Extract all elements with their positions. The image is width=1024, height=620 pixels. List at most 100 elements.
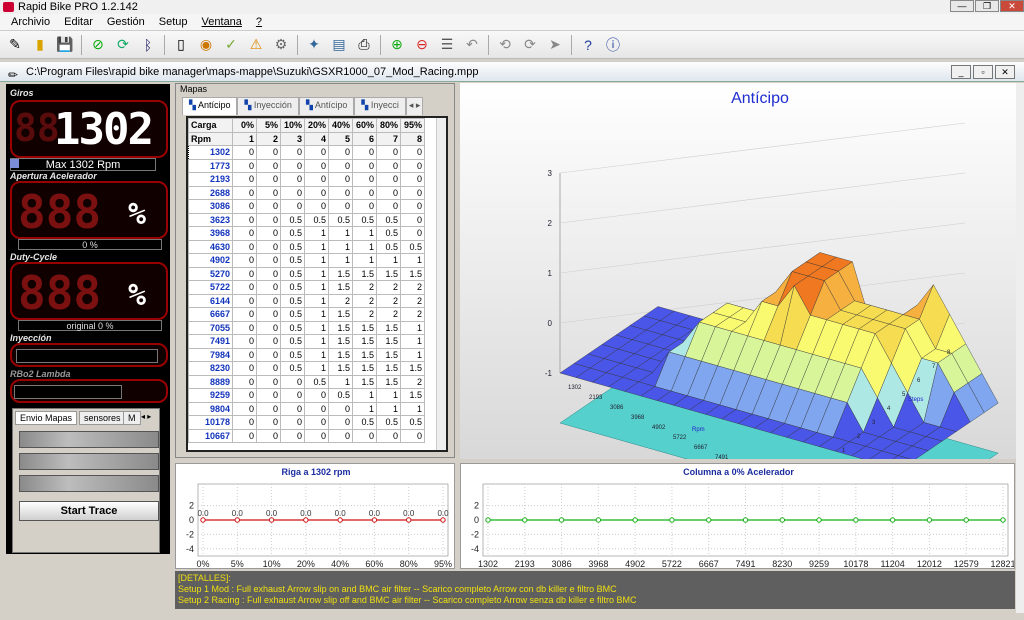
value-cell[interactable]: 0	[232, 388, 257, 403]
value-cell[interactable]: 1	[400, 401, 425, 416]
value-cell[interactable]: 0	[376, 172, 401, 187]
rpm-cell[interactable]: 5722	[188, 280, 233, 295]
window-scrollbar[interactable]	[1016, 83, 1024, 613]
value-cell[interactable]: 0	[328, 401, 353, 416]
add-icon[interactable]: ⊕	[386, 34, 408, 56]
value-cell[interactable]: 0.5	[280, 307, 305, 322]
value-cell[interactable]: 0	[256, 185, 281, 200]
value-cell[interactable]: 0	[232, 361, 257, 376]
value-cell[interactable]: 0	[280, 428, 305, 443]
tab-inyeccion[interactable]: ▚ Inyección	[237, 97, 299, 115]
value-cell[interactable]: 0	[376, 428, 401, 443]
tab-anticipo-2[interactable]: ▚ Antícipo	[298, 97, 355, 115]
rpm-cell[interactable]: 1302	[188, 145, 233, 160]
value-cell[interactable]: 2	[352, 307, 377, 322]
value-cell[interactable]: 2	[376, 280, 401, 295]
value-cell[interactable]: 0	[352, 428, 377, 443]
info-icon[interactable]: ⓘ	[602, 34, 624, 56]
value-cell[interactable]: 0.5	[400, 239, 425, 254]
rpm-cell[interactable]: 8889	[188, 374, 233, 389]
tab-sensores[interactable]: sensores	[79, 411, 126, 425]
rpm-cell[interactable]: 7491	[188, 334, 233, 349]
value-cell[interactable]: 2	[352, 293, 377, 308]
value-cell[interactable]: 2	[376, 307, 401, 322]
value-cell[interactable]: 1.5	[328, 361, 353, 376]
value-cell[interactable]: 0	[280, 145, 305, 160]
value-cell[interactable]: 0	[256, 388, 281, 403]
value-cell[interactable]: 0	[232, 172, 257, 187]
value-cell[interactable]: 0	[328, 415, 353, 430]
value-cell[interactable]: 0	[352, 172, 377, 187]
value-cell[interactable]: 0.5	[304, 374, 329, 389]
value-cell[interactable]: 1	[328, 253, 353, 268]
tab-envio-mapas[interactable]: Envio Mapas	[15, 411, 78, 425]
value-cell[interactable]: 0	[232, 158, 257, 173]
menu-gestion[interactable]: Gestión	[100, 14, 152, 30]
maximize-button[interactable]: ❐	[975, 0, 999, 12]
value-cell[interactable]: 0	[328, 199, 353, 214]
value-cell[interactable]: 0	[256, 347, 281, 362]
value-cell[interactable]: 1	[376, 388, 401, 403]
cycle-icon[interactable]: ⟲	[494, 34, 516, 56]
value-cell[interactable]: 1.5	[352, 374, 377, 389]
value-cell[interactable]: 0	[304, 172, 329, 187]
value-cell[interactable]: 0	[256, 239, 281, 254]
value-cell[interactable]: 0.5	[280, 361, 305, 376]
value-cell[interactable]: 0	[232, 415, 257, 430]
value-cell[interactable]: 0	[232, 239, 257, 254]
value-cell[interactable]: 1	[352, 388, 377, 403]
value-cell[interactable]: 0	[400, 145, 425, 160]
value-cell[interactable]: 0.5	[376, 226, 401, 241]
value-cell[interactable]: 0	[232, 374, 257, 389]
value-cell[interactable]: 1	[304, 361, 329, 376]
value-cell[interactable]: 0	[256, 199, 281, 214]
value-cell[interactable]: 0.5	[280, 334, 305, 349]
close-button[interactable]: ✕	[1000, 0, 1024, 12]
value-cell[interactable]: 0	[256, 266, 281, 281]
value-cell[interactable]: 1	[352, 239, 377, 254]
value-cell[interactable]: 1	[304, 239, 329, 254]
rpm-cell[interactable]: 7055	[188, 320, 233, 335]
value-cell[interactable]: 0.5	[400, 415, 425, 430]
value-cell[interactable]: 0	[304, 145, 329, 160]
value-cell[interactable]: 2	[352, 280, 377, 295]
help-icon[interactable]: ?	[577, 34, 599, 56]
value-cell[interactable]: 0.5	[376, 415, 401, 430]
value-cell[interactable]: 0	[280, 172, 305, 187]
value-cell[interactable]: 0.5	[280, 280, 305, 295]
value-cell[interactable]: 0	[232, 293, 257, 308]
rpm-cell[interactable]: 4630	[188, 239, 233, 254]
value-cell[interactable]: 2	[328, 293, 353, 308]
disconnect-icon[interactable]: ⊘	[87, 34, 109, 56]
value-cell[interactable]: 0.5	[352, 415, 377, 430]
rpm-cell[interactable]: 8230	[188, 361, 233, 376]
value-cell[interactable]: 2	[400, 293, 425, 308]
value-cell[interactable]: 0	[328, 145, 353, 160]
rpm-cell[interactable]: 10667	[188, 428, 233, 443]
value-cell[interactable]: 0	[256, 374, 281, 389]
value-cell[interactable]: 0.5	[280, 253, 305, 268]
value-cell[interactable]: 0	[256, 320, 281, 335]
table-scrollbar[interactable]	[436, 118, 446, 450]
value-cell[interactable]: 0	[256, 401, 281, 416]
value-cell[interactable]: 1.5	[376, 320, 401, 335]
value-cell[interactable]: 1.5	[352, 334, 377, 349]
value-cell[interactable]: 0	[280, 199, 305, 214]
value-cell[interactable]: 1	[376, 401, 401, 416]
value-cell[interactable]: 0	[232, 226, 257, 241]
value-cell[interactable]: 1.5	[328, 320, 353, 335]
value-cell[interactable]: 0	[280, 415, 305, 430]
value-cell[interactable]: 2	[400, 374, 425, 389]
value-cell[interactable]: 0.5	[352, 212, 377, 227]
value-cell[interactable]: 1	[304, 266, 329, 281]
menu-ventana[interactable]: Ventana	[195, 14, 249, 30]
value-cell[interactable]: 0	[232, 145, 257, 160]
value-cell[interactable]: 0.5	[280, 266, 305, 281]
value-cell[interactable]: 1.5	[352, 347, 377, 362]
value-cell[interactable]: 1	[304, 334, 329, 349]
value-cell[interactable]: 0	[280, 388, 305, 403]
arrow-icon[interactable]: ➤	[544, 34, 566, 56]
value-cell[interactable]: 0	[232, 320, 257, 335]
rpm-cell[interactable]: 6144	[188, 293, 233, 308]
rpm-cell[interactable]: 3086	[188, 199, 233, 214]
